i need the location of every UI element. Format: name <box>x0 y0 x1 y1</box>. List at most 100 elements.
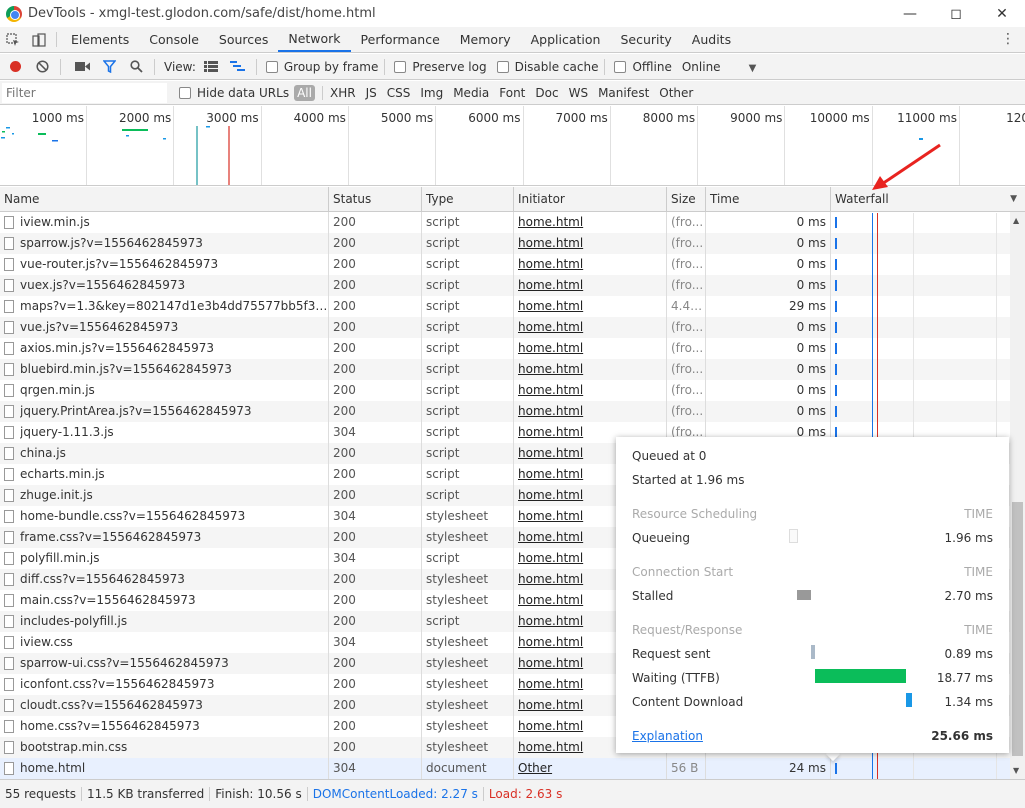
preserve-log-checkbox[interactable]: Preserve log <box>394 60 487 74</box>
request-name-cell[interactable]: iview.min.js <box>0 212 329 233</box>
table-row[interactable]: axios.min.js?v=1556462845973 200 script hom… <box>0 338 1010 359</box>
table-row[interactable]: sparrow.js?v=1556462845973 200 script home.… <box>0 233 1010 254</box>
offline-checkbox[interactable]: Offline <box>614 60 672 74</box>
throttling-select[interactable]: Online ▼ <box>682 60 756 74</box>
tab-application[interactable]: Application <box>521 27 611 52</box>
table-row[interactable]: vuex.js?v=1556462845973 200 script home.htm… <box>0 275 1010 296</box>
scrollbar-thumb[interactable] <box>1012 502 1023 756</box>
request-initiator-link[interactable]: home.html <box>514 233 667 254</box>
table-row[interactable]: home.html 304 document Other 56 B 24 ms <box>0 758 1010 779</box>
request-initiator-link[interactable]: home.html <box>514 359 667 380</box>
request-name-cell[interactable]: bootstrap.min.css <box>0 737 329 758</box>
device-toolbar-icon[interactable] <box>26 27 52 52</box>
request-waterfall-cell[interactable] <box>831 254 1010 275</box>
filter-type-img[interactable]: Img <box>420 86 443 100</box>
table-row[interactable]: vue.js?v=1556462845973 200 script home.html… <box>0 317 1010 338</box>
filter-type-ws[interactable]: WS <box>569 86 588 100</box>
request-initiator-link[interactable]: home.html <box>514 275 667 296</box>
scroll-down-arrow-icon[interactable]: ▼ <box>1013 766 1019 775</box>
request-name-cell[interactable]: sparrow.js?v=1556462845973 <box>0 233 329 254</box>
table-row[interactable]: vue-router.js?v=1556462845973 200 script ho… <box>0 254 1010 275</box>
clear-button[interactable] <box>30 56 54 78</box>
request-name-cell[interactable]: iview.css <box>0 632 329 653</box>
request-name-cell[interactable]: maps?v=1.3&key=802147d1e3b4dd75577bb5f35… <box>0 296 329 317</box>
request-initiator-link[interactable]: home.html <box>514 212 667 233</box>
tab-memory[interactable]: Memory <box>450 27 521 52</box>
tab-network[interactable]: Network <box>278 27 351 52</box>
request-name-cell[interactable]: china.js <box>0 443 329 464</box>
record-button[interactable] <box>3 56 27 78</box>
hide-data-urls-checkbox[interactable]: Hide data URLs <box>179 86 289 100</box>
request-name-cell[interactable]: home.html <box>0 758 329 779</box>
close-window-button[interactable]: ✕ <box>979 0 1025 27</box>
request-name-cell[interactable]: home.css?v=1556462845973 <box>0 716 329 737</box>
tab-security[interactable]: Security <box>610 27 681 52</box>
request-waterfall-cell[interactable] <box>831 401 1010 422</box>
filter-type-media[interactable]: Media <box>453 86 489 100</box>
column-header-time[interactable]: Time <box>706 187 831 212</box>
request-name-cell[interactable]: bluebird.min.js?v=1556462845973 <box>0 359 329 380</box>
column-header-name[interactable]: Name <box>0 187 329 212</box>
scroll-up-arrow-icon[interactable]: ▲ <box>1013 216 1019 225</box>
table-row[interactable]: jquery.PrintArea.js?v=1556462845973 200 sc… <box>0 401 1010 422</box>
request-name-cell[interactable]: vuex.js?v=1556462845973 <box>0 275 329 296</box>
request-name-cell[interactable]: jquery.PrintArea.js?v=1556462845973 <box>0 401 329 422</box>
table-row[interactable]: qrgen.min.js 200 script home.html (fro... 0 m… <box>0 380 1010 401</box>
request-name-cell[interactable]: polyfill.min.js <box>0 548 329 569</box>
filter-type-js[interactable]: JS <box>366 86 377 100</box>
request-initiator-link[interactable]: Other <box>514 758 667 779</box>
disable-cache-checkbox[interactable]: Disable cache <box>496 60 598 74</box>
request-name-cell[interactable]: home-bundle.css?v=1556462845973 <box>0 506 329 527</box>
table-row[interactable]: iview.min.js 200 script home.html (fro... 0 m… <box>0 212 1010 233</box>
column-header-status[interactable]: Status <box>329 187 422 212</box>
filter-type-doc[interactable]: Doc <box>535 86 558 100</box>
tab-audits[interactable]: Audits <box>682 27 741 52</box>
request-name-cell[interactable]: frame.css?v=1556462845973 <box>0 527 329 548</box>
filter-type-font[interactable]: Font <box>499 86 525 100</box>
search-button[interactable] <box>124 56 148 78</box>
filter-input[interactable] <box>2 82 167 103</box>
request-waterfall-cell[interactable] <box>831 317 1010 338</box>
tab-console[interactable]: Console <box>139 27 209 52</box>
overview-toggle-button[interactable] <box>226 56 250 78</box>
filter-toggle-button[interactable] <box>97 56 121 78</box>
more-options-icon[interactable]: ⋮ <box>1001 31 1015 47</box>
request-name-cell[interactable]: vue.js?v=1556462845973 <box>0 317 329 338</box>
filter-type-all[interactable]: All <box>294 84 315 101</box>
filter-type-other[interactable]: Other <box>659 86 693 100</box>
large-rows-button[interactable] <box>199 56 223 78</box>
group-by-frame-checkbox[interactable]: Group by frame <box>265 60 378 74</box>
request-waterfall-cell[interactable] <box>831 296 1010 317</box>
request-initiator-link[interactable]: home.html <box>514 338 667 359</box>
table-scrollbar[interactable]: ▲ ▼ <box>1010 212 1025 779</box>
request-name-cell[interactable]: cloudt.css?v=1556462845973 <box>0 695 329 716</box>
table-row[interactable]: maps?v=1.3&key=802147d1e3b4dd75577bb5f35… <box>0 296 1010 317</box>
request-initiator-link[interactable]: home.html <box>514 317 667 338</box>
sort-dropdown-icon[interactable]: ▼ <box>1010 187 1017 212</box>
request-name-cell[interactable]: axios.min.js?v=1556462845973 <box>0 338 329 359</box>
request-initiator-link[interactable]: home.html <box>514 380 667 401</box>
inspect-element-icon[interactable] <box>0 27 26 52</box>
filter-type-manifest[interactable]: Manifest <box>598 86 649 100</box>
request-name-cell[interactable]: includes-polyfill.js <box>0 611 329 632</box>
request-waterfall-cell[interactable] <box>831 275 1010 296</box>
filter-type-css[interactable]: CSS <box>387 86 411 100</box>
minimize-button[interactable]: — <box>887 0 933 27</box>
request-waterfall-cell[interactable] <box>831 233 1010 254</box>
request-name-cell[interactable]: jquery-1.11.3.js <box>0 422 329 443</box>
tab-elements[interactable]: Elements <box>61 27 139 52</box>
tab-sources[interactable]: Sources <box>209 27 278 52</box>
request-initiator-link[interactable]: home.html <box>514 401 667 422</box>
request-waterfall-cell[interactable] <box>831 359 1010 380</box>
request-name-cell[interactable]: iconfont.css?v=1556462845973 <box>0 674 329 695</box>
filter-type-xhr[interactable]: XHR <box>330 86 356 100</box>
request-waterfall-cell[interactable] <box>831 338 1010 359</box>
maximize-button[interactable]: ◻ <box>933 0 979 27</box>
request-name-cell[interactable]: echarts.min.js <box>0 464 329 485</box>
table-row[interactable]: bluebird.min.js?v=1556462845973 200 script… <box>0 359 1010 380</box>
request-name-cell[interactable]: sparrow-ui.css?v=1556462845973 <box>0 653 329 674</box>
request-waterfall-cell[interactable] <box>831 380 1010 401</box>
request-name-cell[interactable]: vue-router.js?v=1556462845973 <box>0 254 329 275</box>
request-initiator-link[interactable]: home.html <box>514 254 667 275</box>
capture-screenshots-button[interactable] <box>70 56 94 78</box>
